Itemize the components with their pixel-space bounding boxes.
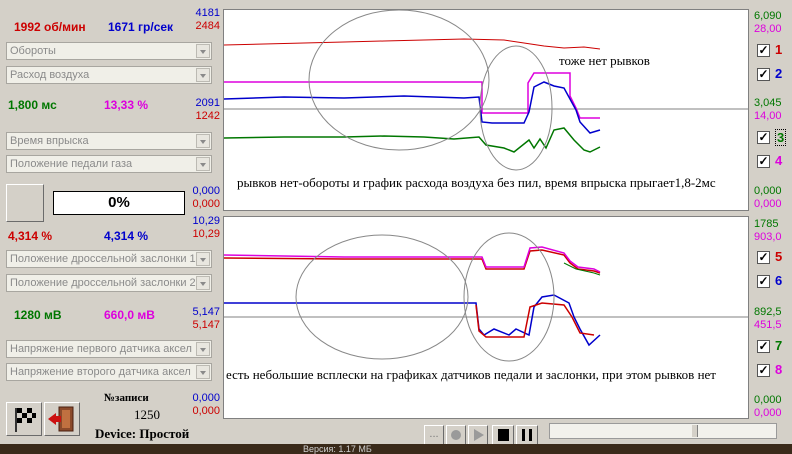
channel-3-checkbox[interactable]: ✓ [757, 131, 770, 144]
channel-7-checkbox[interactable]: ✓ [757, 340, 770, 353]
throttle-1-value: 4,314 % [8, 229, 53, 243]
stop-icon [498, 429, 509, 441]
channel-1-select[interactable]: Обороты [6, 42, 212, 60]
exit-door-icon [48, 406, 74, 432]
axis-top-right-min-2: 0,000 [754, 198, 782, 210]
channel-7-number: 7 [775, 338, 783, 353]
top-graph-panel[interactable]: тоже нет рывков рывков нет-обороты и гра… [223, 9, 749, 211]
channel-2-number: 2 [775, 66, 783, 81]
axis-top-right-mid-1: 3,045 [754, 97, 782, 109]
stop-button[interactable] [492, 425, 514, 445]
exit-button[interactable] [44, 402, 80, 436]
channel-3-number: 3 [775, 129, 787, 146]
channel-1-number: 1 [775, 42, 783, 57]
axis-top-left-mid-1: 2091 [195, 97, 220, 109]
chevron-down-icon [196, 276, 210, 290]
axis-top-left-max-1: 4181 [195, 7, 220, 19]
channel-6-select[interactable]: Положение дроссельной заслонки 2 [6, 274, 212, 292]
chevron-down-icon [196, 342, 210, 356]
channel-5-select[interactable]: Положение дроссельной заслонки 1 [6, 250, 212, 268]
channel-4-select[interactable]: Положение педали газа [6, 155, 212, 173]
axis-bottom-left-max-1: 10,29 [192, 215, 220, 227]
chevron-down-icon [196, 68, 210, 82]
axis-bottom-right-max-2: 903,0 [754, 231, 782, 243]
pedal-position-value: 13,33 % [104, 98, 149, 112]
chevron-down-icon [196, 134, 210, 148]
channel-8-checkbox[interactable]: ✓ [757, 364, 770, 377]
axis-bottom-left-min-2: 0,000 [192, 405, 220, 417]
play-icon [474, 429, 484, 441]
annotation-top-note: тоже нет рывков [559, 53, 650, 68]
annotation-bottom-note: есть небольшие всплески на графиках датч… [226, 367, 716, 382]
channel-4-number: 4 [775, 153, 783, 168]
axis-top-left-mid-2: 1242 [195, 110, 220, 122]
taskbar-text: Версия: 1.17 МБ [303, 444, 372, 454]
rpm-value: 1992 об/мин [14, 20, 86, 34]
channel-5-checkbox[interactable]: ✓ [757, 251, 770, 264]
injection-time-value: 1,800 мс [8, 98, 57, 112]
axis-bottom-left-mid-1: 5,147 [192, 306, 220, 318]
annotation-mid-note: рывков нет-обороты и график расхода возд… [237, 175, 716, 190]
blank-button[interactable] [6, 184, 44, 222]
throttle-2-value: 4,314 % [104, 229, 149, 243]
channel-2-checkbox[interactable]: ✓ [757, 68, 770, 81]
more-button[interactable]: ... [424, 425, 444, 445]
axis-bottom-left-mid-2: 5,147 [192, 319, 220, 331]
record-icon [451, 430, 461, 440]
axis-top-left-min-2: 0,000 [192, 198, 220, 210]
record-number: 1250 [134, 407, 160, 422]
channel-2-select[interactable]: Расход воздуха [6, 66, 212, 84]
axis-top-right-max-2: 28,00 [754, 23, 782, 35]
sensor-2-voltage: 660,0 мВ [104, 308, 155, 322]
channel-6-checkbox[interactable]: ✓ [757, 275, 770, 288]
play-button[interactable] [468, 425, 488, 445]
axis-top-left-max-2: 2484 [195, 20, 220, 32]
axis-bottom-right-min-2: 0,000 [754, 407, 782, 419]
record-label: №записи [104, 392, 149, 404]
axis-bottom-right-max-1: 1785 [754, 218, 779, 230]
axis-bottom-left-min-1: 0,000 [192, 392, 220, 404]
bottom-graph [224, 232, 748, 362]
slider-handle[interactable] [692, 425, 698, 437]
chevron-down-icon [196, 365, 210, 379]
flag-button[interactable] [6, 402, 42, 436]
channel-7-select[interactable]: Напряжение первого датчика аксел [6, 340, 212, 358]
channel-8-select[interactable]: Напряжение второго датчика аксел [6, 363, 212, 381]
channel-8-number: 8 [775, 362, 783, 377]
pause-button[interactable] [516, 425, 538, 445]
axis-bottom-right-min-1: 0,000 [754, 394, 782, 406]
pause-icon [522, 429, 532, 441]
axis-bottom-right-mid-1: 892,5 [754, 306, 782, 318]
axis-top-right-mid-2: 14,00 [754, 110, 782, 122]
axis-top-right-max-1: 6,090 [754, 10, 782, 22]
channel-5-number: 5 [775, 249, 783, 264]
axis-bottom-left-max-2: 10,29 [192, 228, 220, 240]
axis-top-right-min-1: 0,000 [754, 185, 782, 197]
axis-bottom-right-mid-2: 451,5 [754, 319, 782, 331]
channel-3-select[interactable]: Время впрыска [6, 132, 212, 150]
device-label: Device: Простой [95, 426, 190, 441]
position-slider[interactable] [549, 423, 777, 439]
checkered-flag-icon [15, 408, 36, 432]
sensor-1-voltage: 1280 мВ [14, 308, 62, 322]
chevron-down-icon [196, 157, 210, 171]
airflow-value: 1671 гр/сек [108, 20, 174, 34]
channel-6-number: 6 [775, 273, 783, 288]
taskbar-strip: Версия: 1.17 МБ [0, 444, 792, 454]
chevron-down-icon [196, 252, 210, 266]
channel-4-checkbox[interactable]: ✓ [757, 155, 770, 168]
progress-indicator: 0% [53, 191, 185, 215]
chevron-down-icon [196, 44, 210, 58]
channel-1-checkbox[interactable]: ✓ [757, 44, 770, 57]
record-button[interactable] [446, 425, 466, 445]
axis-top-left-min-1: 0,000 [192, 185, 220, 197]
bottom-graph-panel[interactable]: есть небольшие всплески на графиках датч… [223, 216, 749, 419]
